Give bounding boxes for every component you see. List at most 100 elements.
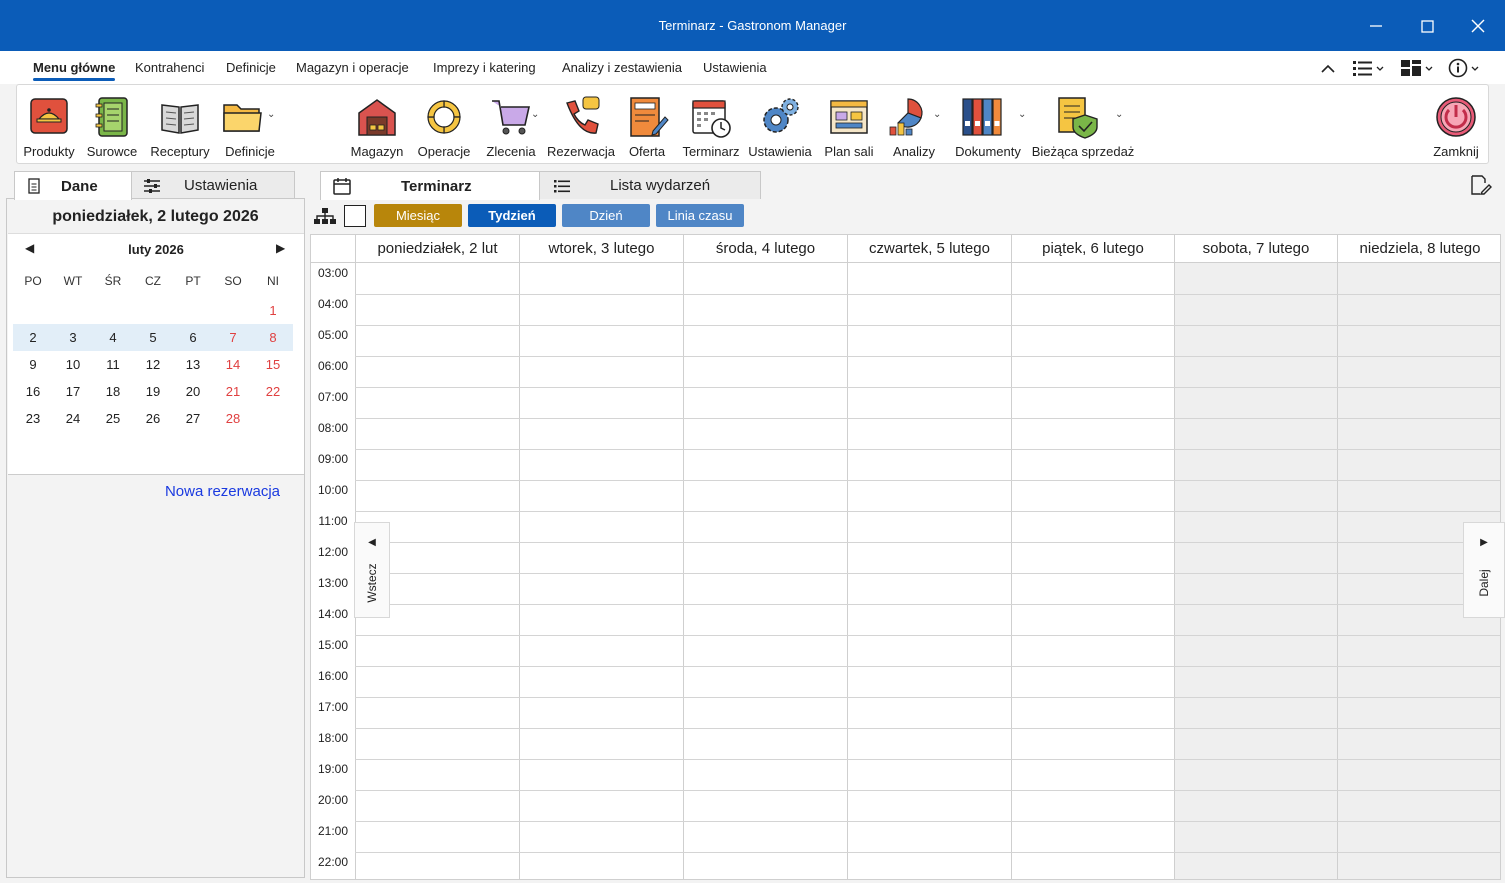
time-label: 03:00: [317, 266, 349, 280]
magazyn-label: Magazyn: [350, 144, 404, 159]
calendar-day[interactable]: 21: [213, 378, 253, 405]
tab-definicje[interactable]: Definicje: [226, 60, 276, 75]
minimize-button[interactable]: [1361, 12, 1391, 40]
calendar-day[interactable]: 9: [13, 351, 53, 378]
time-label: 13:00: [317, 576, 349, 590]
zamknij-button[interactable]: Zamknij: [1427, 91, 1485, 161]
definicje-label: Definicje: [225, 144, 275, 159]
dokumenty-button[interactable]: ⌄ Dokumenty: [951, 91, 1026, 161]
calendar-day[interactable]: 2: [13, 324, 53, 351]
time-label: 06:00: [317, 359, 349, 373]
operacje-label: Operacje: [417, 144, 471, 159]
view-timeline-button[interactable]: Linia czasu: [656, 204, 744, 227]
back-button[interactable]: ◀ Wstecz: [354, 522, 390, 618]
calendar-day[interactable]: 22: [253, 378, 293, 405]
edit-button[interactable]: [1470, 175, 1492, 198]
calendar-day[interactable]: 12: [133, 351, 173, 378]
tab-ustawienia[interactable]: Ustawienia: [703, 60, 767, 75]
calendar-day[interactable]: 1: [253, 297, 293, 324]
info-menu-button[interactable]: [1448, 58, 1482, 78]
calendar-day[interactable]: 11: [93, 351, 133, 378]
calendar-day[interactable]: 23: [13, 405, 53, 432]
next-month-button[interactable]: ▶: [276, 241, 285, 255]
calendar-day[interactable]: 10: [53, 351, 93, 378]
calendar-day[interactable]: 18: [93, 378, 133, 405]
calendar-day[interactable]: 8: [253, 324, 293, 351]
operacje-button[interactable]: Operacje: [413, 91, 475, 161]
hour-gridline: [355, 387, 1500, 388]
biezaca-sprzedaz-button[interactable]: ⌄ Bieżąca sprzedaż: [1031, 91, 1135, 161]
analizy-button[interactable]: ⌄ Analizy: [883, 91, 945, 161]
weekday-label: CZ: [145, 274, 161, 288]
list-view-menu-button[interactable]: [1352, 58, 1386, 78]
collapse-ribbon-button[interactable]: [1321, 58, 1335, 78]
gears-icon: [763, 98, 799, 133]
close-button[interactable]: [1463, 12, 1493, 40]
ustawienia-button[interactable]: Ustawienia: [747, 91, 813, 161]
produkty-button[interactable]: Produkty: [19, 91, 79, 161]
hierarchy-button[interactable]: [314, 208, 336, 227]
tab-imprezy-i-katering[interactable]: Imprezy i katering: [433, 60, 536, 75]
calendar-day[interactable]: 3: [53, 324, 93, 351]
hour-gridline: [355, 325, 1500, 326]
schedule-toolbar: Miesiąc Tydzień Dzień Linia czasu: [310, 202, 1500, 232]
calendar-day[interactable]: 28: [213, 405, 253, 432]
minimize-icon: [1370, 25, 1382, 27]
week-schedule[interactable]: poniedziałek, 2 lut wtorek, 3 lutego środa…: [310, 234, 1501, 880]
tab-ustawienia-left-label: Ustawienia: [184, 177, 258, 194]
day-header-row: poniedziałek, 2 lut wtorek, 3 lutego środa…: [311, 235, 1500, 263]
notebook-icon: [95, 97, 128, 137]
surowce-button[interactable]: Surowce: [83, 91, 141, 161]
zlecenia-label: Zlecenia: [486, 144, 536, 159]
floor-plan-icon: [830, 100, 868, 134]
calendar-day[interactable]: 27: [173, 405, 213, 432]
tab-ustawienia-left[interactable]: Ustawienia: [131, 171, 295, 199]
calendar-day[interactable]: 20: [173, 378, 213, 405]
tab-lista-wydarzen[interactable]: Lista wydarzeń: [539, 171, 761, 199]
calendar-day[interactable]: 17: [53, 378, 93, 405]
magazyn-button[interactable]: Magazyn: [347, 91, 407, 161]
calendar-day[interactable]: 16: [13, 378, 53, 405]
calendar-day[interactable]: 24: [53, 405, 93, 432]
tab-terminarz[interactable]: Terminarz: [320, 171, 540, 200]
tab-kontrahenci[interactable]: Kontrahenci: [135, 60, 204, 75]
select-all-checkbox[interactable]: [344, 205, 366, 227]
tab-magazyn-i-operacje[interactable]: Magazyn i operacje: [296, 60, 409, 75]
receptury-button[interactable]: Receptury: [147, 91, 213, 161]
calendar-day[interactable]: 13: [173, 351, 213, 378]
calendar-day[interactable]: 14: [213, 351, 253, 378]
rezerwacja-button[interactable]: Rezerwacja: [547, 91, 615, 161]
view-month-button[interactable]: Miesiąc: [374, 204, 462, 227]
hour-gridline: [355, 666, 1500, 667]
title-bar: Terminarz - Gastronom Manager: [0, 0, 1505, 51]
tab-analizy-i-zestawienia[interactable]: Analizy i zestawienia: [562, 60, 682, 75]
definicje-button[interactable]: ⌄ Definicje: [219, 91, 281, 161]
calendar-empty-cell: [13, 297, 53, 324]
calendar-day[interactable]: 4: [93, 324, 133, 351]
oferta-button[interactable]: Oferta: [619, 91, 675, 161]
terminarz-button[interactable]: Terminarz: [679, 91, 743, 161]
calendar-day[interactable]: 7: [213, 324, 253, 351]
layout-menu-button[interactable]: [1400, 58, 1436, 78]
plan-sali-button[interactable]: Plan sali: [821, 91, 877, 161]
view-week-button[interactable]: Tydzień: [468, 204, 556, 227]
next-button[interactable]: ▶ Dalej: [1463, 522, 1505, 618]
calendar-day[interactable]: 19: [133, 378, 173, 405]
time-label: 08:00: [317, 421, 349, 435]
view-day-button[interactable]: Dzień: [562, 204, 650, 227]
zlecenia-button[interactable]: ⌄ Zlecenia: [481, 91, 541, 161]
analizy-label: Analizy: [893, 144, 935, 159]
calendar-day[interactable]: 6: [173, 324, 213, 351]
calendar-day[interactable]: 25: [93, 405, 133, 432]
new-reservation-link[interactable]: Nowa rezerwacja: [165, 483, 280, 500]
calendar-empty-cell: [133, 297, 173, 324]
calendar-day[interactable]: 26: [133, 405, 173, 432]
tab-dane[interactable]: Dane: [14, 171, 132, 200]
tab-menu-glowne[interactable]: Menu główne: [33, 60, 116, 81]
biezaca-sprzedaz-label: Bieżąca sprzedaż: [1031, 144, 1135, 159]
tab-dane-label: Dane: [61, 177, 98, 195]
maximize-button[interactable]: [1412, 12, 1442, 40]
calendar-day[interactable]: 5: [133, 324, 173, 351]
calendar-day[interactable]: 15: [253, 351, 293, 378]
calendar-empty-cell: [253, 405, 293, 432]
